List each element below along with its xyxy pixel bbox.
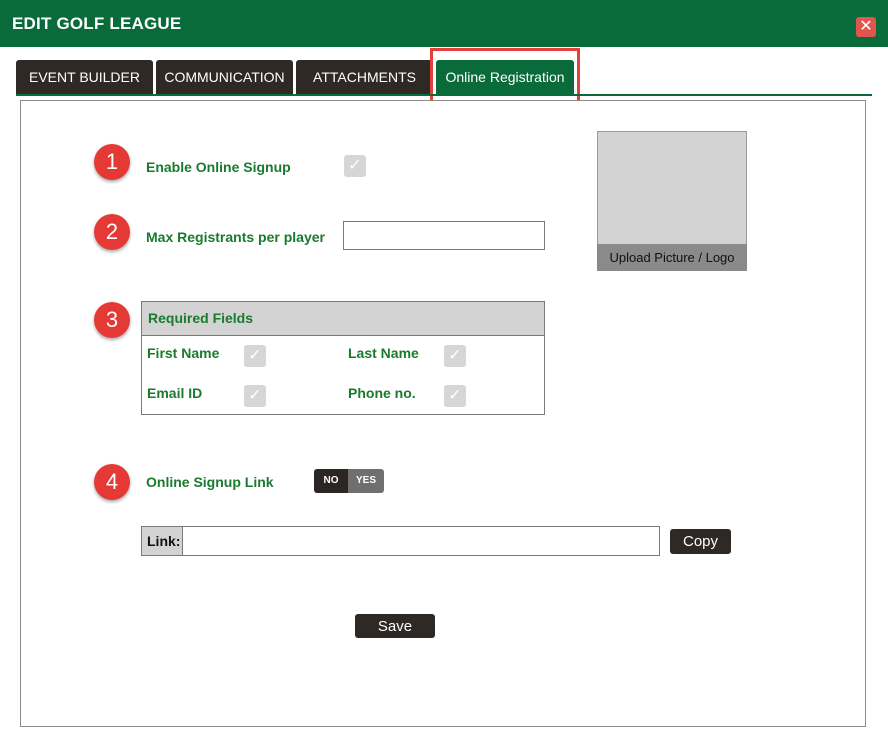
tab-attachments[interactable]: ATTACHMENTS <box>296 60 433 94</box>
window-title: EDIT GOLF LEAGUE <box>12 14 182 33</box>
tab-event-builder[interactable]: EVENT BUILDER <box>16 60 153 94</box>
last-name-label: Last Name <box>348 345 419 361</box>
upload-logo-button[interactable]: Upload Picture / Logo <box>597 244 747 271</box>
copy-button[interactable]: Copy <box>670 529 731 554</box>
last-name-checkbox[interactable]: ✓ <box>444 345 466 367</box>
phone-no-checkbox[interactable]: ✓ <box>444 385 466 407</box>
email-id-checkbox[interactable]: ✓ <box>244 385 266 407</box>
enable-signup-checkbox[interactable]: ✓ <box>344 155 366 177</box>
link-prefix-label: Link: <box>141 526 183 556</box>
check-icon: ✓ <box>248 387 262 404</box>
email-id-label: Email ID <box>147 385 203 401</box>
toggle-yes-option[interactable]: YES <box>348 469 384 493</box>
step-marker-3: 3 <box>94 302 130 338</box>
first-name-checkbox[interactable]: ✓ <box>244 345 266 367</box>
check-icon: ✓ <box>348 157 362 174</box>
signup-link-input[interactable] <box>182 526 660 556</box>
save-button[interactable]: Save <box>355 614 435 638</box>
toggle-no-option[interactable]: NO <box>314 469 348 493</box>
first-name-label: First Name <box>147 345 220 361</box>
check-icon: ✓ <box>448 387 462 404</box>
required-fields-header: Required Fields <box>141 301 545 336</box>
step-marker-2: 2 <box>94 214 130 250</box>
tab-underline <box>16 94 872 96</box>
max-registrants-label: Max Registrants per player <box>146 229 325 245</box>
check-icon: ✓ <box>448 347 462 364</box>
signup-link-label: Online Signup Link <box>146 474 274 490</box>
tab-communication[interactable]: COMMUNICATION <box>156 60 293 94</box>
tab-highlight-box <box>430 48 580 108</box>
signup-link-toggle[interactable]: NO YES <box>314 469 384 493</box>
max-registrants-input[interactable] <box>343 221 545 250</box>
enable-signup-label: Enable Online Signup <box>146 159 291 175</box>
close-icon[interactable]: ✕ <box>856 17 876 37</box>
check-icon: ✓ <box>248 347 262 364</box>
step-marker-1: 1 <box>94 144 130 180</box>
step-marker-4: 4 <box>94 464 130 500</box>
phone-no-label: Phone no. <box>348 385 416 401</box>
